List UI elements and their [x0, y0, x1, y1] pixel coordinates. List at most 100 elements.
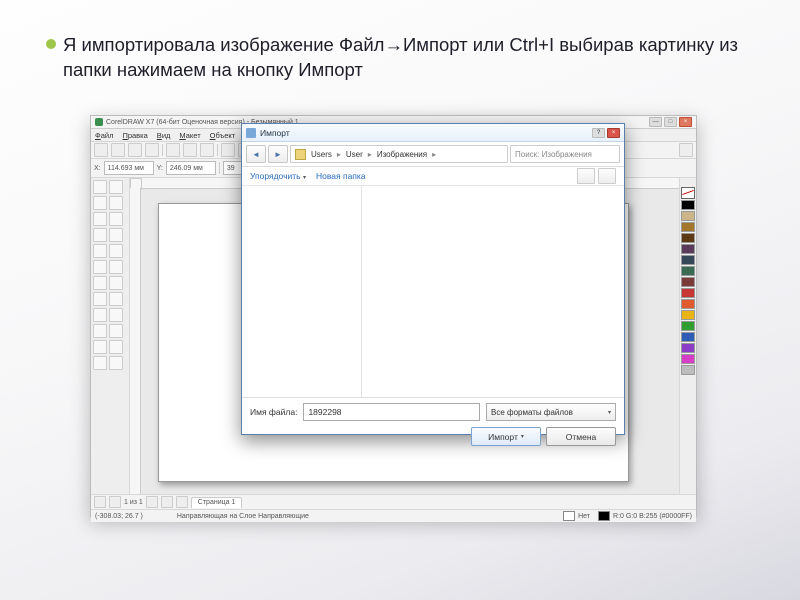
color-swatch[interactable]	[681, 354, 695, 364]
toolbox-tool[interactable]	[109, 356, 123, 370]
menu-item[interactable]: Вид	[157, 131, 171, 140]
organize-menu[interactable]: Упорядочить ▾	[250, 171, 306, 181]
print-button[interactable]	[145, 143, 159, 157]
dialog-toolbar: Упорядочить ▾ Новая папка	[242, 167, 624, 186]
toolbox-tool[interactable]	[109, 228, 123, 242]
help-button[interactable]	[679, 143, 693, 157]
nav-back-button[interactable]: ◄	[246, 145, 266, 163]
menu-item[interactable]: Правка	[122, 131, 147, 140]
search-input[interactable]: Поиск: Изображения	[510, 145, 620, 163]
color-swatch[interactable]	[681, 255, 695, 265]
app-logo-icon	[95, 118, 103, 126]
toolbox-tool[interactable]	[93, 276, 107, 290]
dialog-help-button[interactable]: ?	[592, 128, 605, 138]
cancel-button[interactable]: Отмена	[546, 427, 616, 446]
last-page-button[interactable]	[161, 496, 173, 508]
color-swatch[interactable]	[681, 200, 695, 210]
color-swatch[interactable]	[681, 277, 695, 287]
toolbox-tool[interactable]	[93, 340, 107, 354]
prev-page-button[interactable]	[109, 496, 121, 508]
toolbox-tool[interactable]	[93, 308, 107, 322]
status-bar: (-308.03; 26.7 ) Направляющая на Слое На…	[91, 509, 696, 522]
next-page-button[interactable]	[146, 496, 158, 508]
color-swatch[interactable]	[681, 288, 695, 298]
toolbox-tool[interactable]	[109, 180, 123, 194]
add-page-button[interactable]	[176, 496, 188, 508]
import-confirm-button[interactable]: Импорт ▾	[471, 427, 541, 446]
color-swatch[interactable]	[681, 244, 695, 254]
import-btn-label: Импорт	[488, 432, 518, 442]
view-mode-button[interactable]	[577, 168, 595, 184]
status-fill: Нет	[578, 513, 590, 520]
open-doc-button[interactable]	[111, 143, 125, 157]
y-field[interactable]: 246.09 мм	[166, 161, 216, 175]
toolbox-tool[interactable]	[93, 212, 107, 226]
color-swatch[interactable]	[681, 233, 695, 243]
dialog-title: Импорт	[260, 128, 290, 138]
toolbox-tool[interactable]	[109, 340, 123, 354]
file-filter-combo[interactable]: Все форматы файлов ▾	[486, 403, 616, 421]
filename-input[interactable]: 1892298	[303, 403, 480, 421]
new-doc-button[interactable]	[94, 143, 108, 157]
toolbox-tool[interactable]	[93, 260, 107, 274]
search-placeholder: Поиск: Изображения	[515, 150, 592, 159]
color-swatch[interactable]	[681, 211, 695, 221]
chevron-right-icon: ▸	[337, 150, 341, 159]
breadcrumb-segment[interactable]: User	[346, 150, 363, 159]
toolbox-tool[interactable]	[109, 244, 123, 258]
menu-item[interactable]: Объект	[210, 131, 236, 140]
no-color-swatch[interactable]	[681, 187, 695, 199]
ruler-vertical	[130, 188, 141, 494]
cut-button[interactable]	[166, 143, 180, 157]
toolbox-tool[interactable]	[93, 356, 107, 370]
page-tab[interactable]: Страница 1	[191, 497, 243, 508]
status-color: R:0 G:0 B:255 (#0000FF)	[613, 513, 692, 520]
toolbox-tool[interactable]	[93, 228, 107, 242]
color-swatch[interactable]	[681, 222, 695, 232]
toolbox-tool[interactable]	[109, 324, 123, 338]
x-field[interactable]: 114.693 мм	[104, 161, 154, 175]
breadcrumb-segment[interactable]: Users	[311, 150, 332, 159]
breadcrumb-segment[interactable]: Изображения	[377, 150, 427, 159]
color-swatch[interactable]	[681, 310, 695, 320]
color-swatch[interactable]	[681, 343, 695, 353]
color-swatch[interactable]	[681, 332, 695, 342]
new-folder-button[interactable]: Новая папка	[316, 171, 366, 181]
toolbox-tool[interactable]	[93, 292, 107, 306]
bullet-icon	[46, 39, 56, 49]
dialog-close-button[interactable]: ×	[607, 128, 620, 138]
undo-button[interactable]	[221, 143, 235, 157]
import-icon	[246, 128, 256, 138]
color-swatch[interactable]	[681, 299, 695, 309]
color-swatch[interactable]	[681, 321, 695, 331]
minimize-button[interactable]: —	[649, 117, 662, 127]
nav-forward-button[interactable]: ►	[268, 145, 288, 163]
toolbox-tool[interactable]	[93, 180, 107, 194]
toolbox-tool[interactable]	[109, 196, 123, 210]
close-button[interactable]: ×	[679, 117, 692, 127]
menu-item[interactable]: Файл	[95, 131, 113, 140]
file-grid	[362, 186, 624, 397]
maximize-button[interactable]: □	[664, 117, 677, 127]
toolbox-tool[interactable]	[109, 276, 123, 290]
toolbox-tool[interactable]	[109, 308, 123, 322]
toolbox-tool[interactable]	[109, 292, 123, 306]
toolbox-tool[interactable]	[109, 212, 123, 226]
copy-button[interactable]	[183, 143, 197, 157]
outline-swatch-icon	[598, 511, 610, 521]
color-swatch[interactable]	[681, 266, 695, 276]
menu-item[interactable]: Макет	[179, 131, 200, 140]
color-swatch[interactable]	[681, 365, 695, 375]
organize-label: Упорядочить	[250, 171, 301, 181]
toolbox-tool[interactable]	[93, 244, 107, 258]
preview-pane-button[interactable]	[598, 168, 616, 184]
toolbox-tool[interactable]	[109, 260, 123, 274]
toolbox-tool[interactable]	[93, 324, 107, 338]
location-breadcrumb[interactable]: Users▸User▸Изображения▸	[290, 145, 508, 163]
paste-button[interactable]	[200, 143, 214, 157]
first-page-button[interactable]	[94, 496, 106, 508]
file-filter-label: Все форматы файлов	[491, 408, 573, 417]
folder-icon	[295, 149, 306, 160]
save-button[interactable]	[128, 143, 142, 157]
toolbox-tool[interactable]	[93, 196, 107, 210]
